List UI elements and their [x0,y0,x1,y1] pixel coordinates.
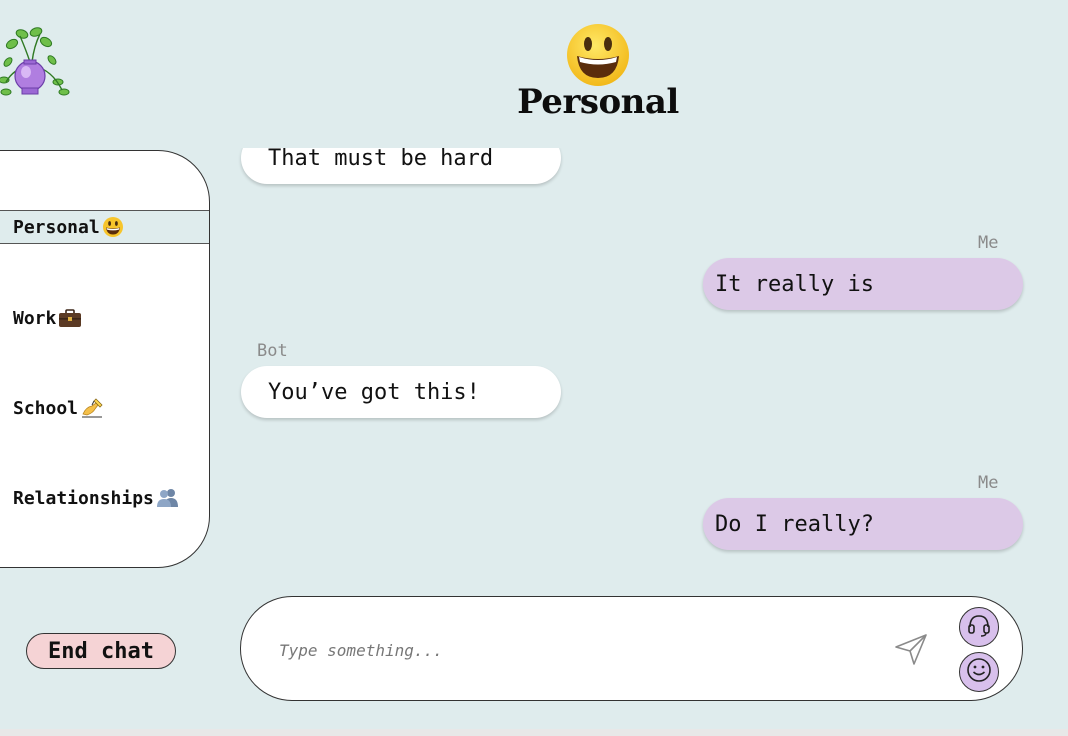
busts-icon [156,487,178,509]
sender-label: Me [978,233,999,253]
message-composer [240,596,1023,701]
message-text: You’ve got this! [268,379,480,405]
headset-icon [964,610,994,644]
chat-messages: That must be hard Me It really is Bot Yo… [225,148,1045,578]
message-text: That must be hard [268,148,494,171]
message-input[interactable] [277,635,841,665]
sidebar-item-label: Personal [13,216,100,238]
sender-label: Bot [257,341,288,361]
sidebar-item-relationships[interactable]: Relationships [0,481,209,515]
bot-message-bubble: You’ve got this! [241,366,561,418]
bottom-edge [0,729,1068,736]
message-text: It really is [715,271,874,297]
sidebar-item-work[interactable]: Work [0,301,209,335]
user-message-bubble: Do I really? [703,498,1023,550]
smiley-icon [964,655,994,689]
support-button[interactable] [959,607,999,647]
emoji-button[interactable] [959,652,999,692]
sidebar-item-personal[interactable]: Personal [0,210,209,244]
page-title: Personal [517,82,679,122]
briefcase-icon [58,307,82,329]
sidebar-item-label: Work [13,307,57,329]
sidebar-item-school[interactable]: School [0,391,209,425]
category-sidebar: Personal Work School Relationships [0,150,210,568]
user-message-bubble: It really is [703,258,1023,310]
sender-label: Me [978,473,999,493]
message-text: Do I really? [715,511,874,537]
sidebar-item-label: Relationships [13,487,154,509]
grinning-face-icon [565,22,631,88]
end-chat-button[interactable]: End chat [26,633,176,669]
sidebar-item-label: School [13,397,79,419]
grinning-face-icon [102,216,124,238]
send-paper-plane-icon[interactable] [893,631,929,667]
writing-hand-icon [80,397,103,419]
bot-message-bubble: That must be hard [241,148,561,184]
